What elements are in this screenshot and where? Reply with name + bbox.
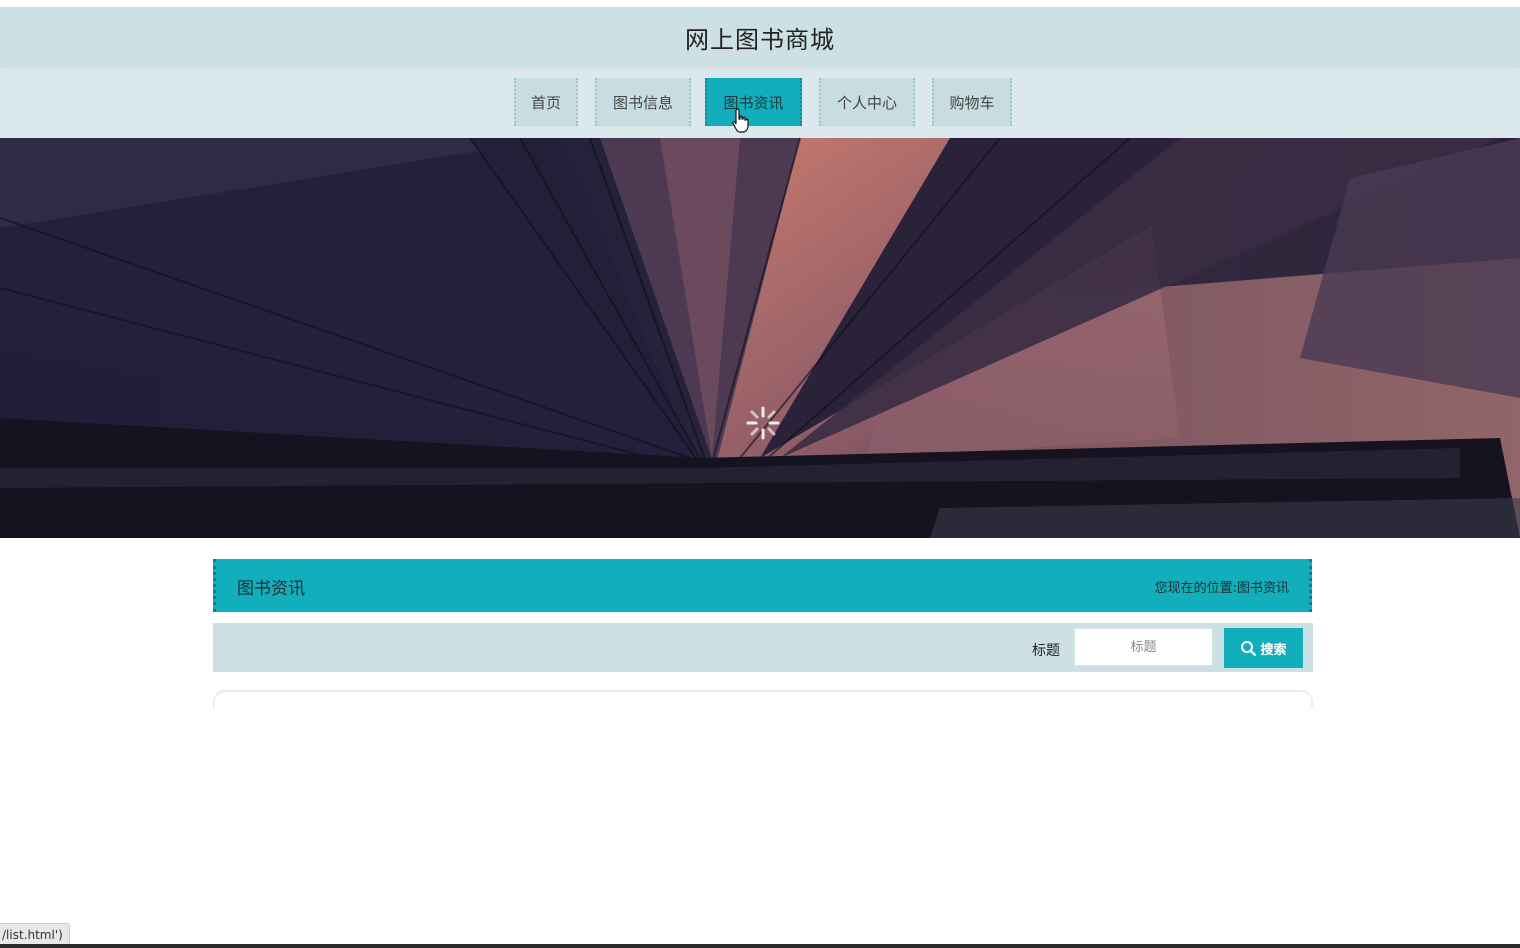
nav-item-cart[interactable]: 购物车 (932, 78, 1012, 126)
search-label: 标题 (1032, 643, 1060, 659)
news-list-container (213, 690, 1313, 708)
search-button-label: 搜索 (1260, 642, 1287, 658)
nav-item-book-news[interactable]: 图书资讯 (705, 78, 802, 126)
loading-spinner-icon (746, 406, 780, 440)
window-bottom-edge (0, 944, 1520, 948)
open-book-image (0, 138, 1520, 538)
breadcrumb-current[interactable]: 图书资讯 (1237, 577, 1289, 596)
search-bar: 标题 搜索 (213, 623, 1313, 672)
hand-pointer-icon (732, 108, 749, 133)
section-title: 图书资讯 (237, 579, 305, 599)
nav-item-home[interactable]: 首页 (514, 78, 578, 126)
nav-item-personal-center[interactable]: 个人中心 (819, 78, 915, 126)
top-strip (0, 0, 1520, 7)
site-header: 网上图书商城 (0, 7, 1520, 68)
breadcrumb: 您现在的位置: 图书资讯 (1155, 577, 1289, 596)
breadcrumb-prefix: 您现在的位置: (1154, 581, 1237, 596)
hero-banner (0, 138, 1520, 538)
main-nav: 首页 图书信息 图书资讯 个人中心 购物车 (0, 69, 1520, 138)
section-header: 图书资讯 您现在的位置: 图书资讯 (213, 559, 1312, 612)
search-button[interactable]: 搜索 (1224, 628, 1303, 668)
search-icon (1241, 640, 1257, 656)
nav-item-book-info[interactable]: 图书信息 (595, 78, 691, 126)
site-title: 网上图书商城 (685, 26, 835, 54)
title-search-input[interactable] (1074, 628, 1213, 666)
